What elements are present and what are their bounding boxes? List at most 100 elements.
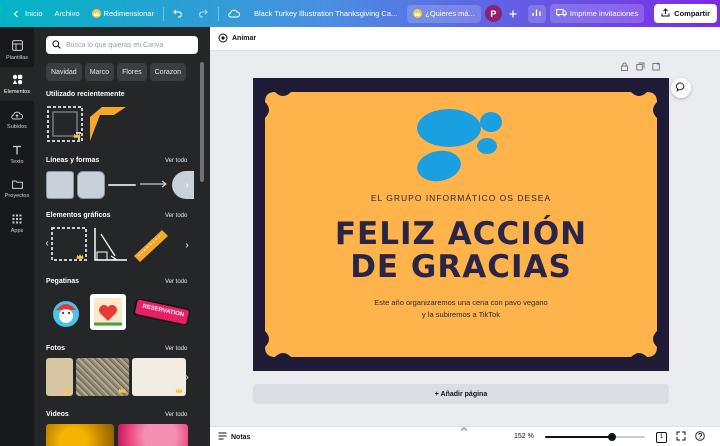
rail-label: Texto bbox=[10, 159, 24, 165]
upgrade-button[interactable]: ¿Quieres má... bbox=[407, 4, 481, 23]
analytics-button[interactable] bbox=[527, 4, 546, 23]
recent-orange-corner-thumb[interactable] bbox=[88, 105, 128, 143]
resize-button[interactable]: Redimensionar bbox=[86, 0, 160, 27]
side-rail: Plantillas Elementos Subidos Texto Proye… bbox=[0, 27, 34, 446]
fullscreen-icon[interactable] bbox=[676, 431, 686, 443]
video-thumb[interactable] bbox=[46, 424, 114, 446]
design-page[interactable]: EL GRUPO INFORMÁTICO OS DESEA FELIZ ACCI… bbox=[253, 78, 669, 371]
apps-grid-icon bbox=[12, 214, 22, 226]
rail-item-projects[interactable]: Proyectos bbox=[0, 172, 34, 206]
reservation-sticker-thumb[interactable]: RESERVATION bbox=[132, 299, 192, 325]
print-invitations-button[interactable]: Imprime invitaciones bbox=[549, 4, 645, 23]
bar-chart-icon bbox=[532, 8, 542, 19]
card-body-text[interactable]: Este año organizaremos una cena con pavo… bbox=[253, 297, 669, 321]
arrow-line-thumb[interactable] bbox=[139, 177, 169, 191]
bottom-bar: Notas 152 % 1 bbox=[210, 426, 720, 446]
home-button[interactable]: Inicio bbox=[0, 0, 49, 27]
rail-item-apps[interactable]: Apps bbox=[0, 207, 34, 241]
crown-icon bbox=[91, 9, 101, 18]
notes-label: Notas bbox=[231, 433, 251, 441]
scroll-right-arrow[interactable]: › bbox=[180, 367, 194, 387]
chevron-left-icon bbox=[10, 8, 22, 20]
line-thumb[interactable] bbox=[108, 184, 136, 186]
zoom-slider[interactable] bbox=[545, 433, 645, 441]
elements-panel: Navidad Marco Flores Corazon Utilizado r… bbox=[34, 27, 210, 446]
video-thumb[interactable] bbox=[118, 424, 188, 446]
page-tools bbox=[620, 62, 661, 71]
share-label: Compartir bbox=[674, 9, 710, 18]
footprint-logo bbox=[417, 109, 502, 182]
cloud-sync-button[interactable] bbox=[222, 0, 246, 27]
see-all-lines-link[interactable]: Ver todo bbox=[165, 158, 187, 164]
add-page-button[interactable]: + Añadir página bbox=[253, 384, 669, 404]
zoom-slider-handle[interactable] bbox=[608, 433, 616, 441]
rail-label: Elementos bbox=[4, 88, 30, 95]
avatar[interactable]: P bbox=[484, 5, 502, 22]
headline-line-1: FELIZ ACCIÓN bbox=[334, 216, 588, 252]
crown-icon bbox=[62, 387, 70, 396]
crown-icon bbox=[413, 9, 423, 18]
notes-button[interactable]: Notas bbox=[218, 432, 250, 442]
chip[interactable]: Navidad bbox=[46, 63, 82, 81]
add-page-icon[interactable] bbox=[652, 62, 661, 71]
see-all-stickers-link[interactable]: Ver todo bbox=[165, 279, 187, 285]
rail-item-uploads[interactable]: Subidos bbox=[0, 103, 34, 137]
notes-icon bbox=[218, 432, 227, 442]
add-member-button[interactable] bbox=[502, 0, 524, 27]
crown-icon bbox=[175, 387, 183, 396]
orange-ribbon-graphic-thumb[interactable] bbox=[132, 226, 170, 264]
search-box[interactable] bbox=[46, 36, 198, 54]
rail-label: Proyectos bbox=[4, 192, 30, 199]
bottom-icons: 1 bbox=[656, 431, 705, 443]
square-shape-thumb[interactable] bbox=[46, 171, 74, 199]
divider bbox=[217, 6, 219, 21]
see-all-photos-link[interactable]: Ver todo bbox=[165, 346, 187, 352]
rounded-square-shape-thumb[interactable] bbox=[77, 171, 105, 199]
card-tagline[interactable]: EL GRUPO INFORMÁTICO OS DESEA bbox=[253, 193, 669, 203]
redo-button[interactable] bbox=[191, 0, 215, 27]
santa-sticker-thumb[interactable] bbox=[48, 294, 84, 330]
chip[interactable]: Marco bbox=[84, 63, 115, 81]
comment-button[interactable] bbox=[671, 78, 691, 98]
resize-label: Redimensionar bbox=[103, 9, 154, 18]
card-headline[interactable]: FELIZ ACCIÓN DE GRACIAS bbox=[253, 218, 669, 284]
photo-thumb[interactable] bbox=[76, 358, 129, 396]
rail-item-templates[interactable]: Plantillas bbox=[0, 33, 34, 67]
zoom-level[interactable]: 152 % bbox=[514, 433, 534, 440]
cloud-sync-icon bbox=[228, 8, 240, 20]
undo-button[interactable] bbox=[167, 0, 191, 27]
scroll-right-arrow[interactable]: › bbox=[180, 235, 194, 255]
hand-drawn-graphic-thumb[interactable] bbox=[91, 226, 129, 264]
photo-thumb[interactable] bbox=[46, 358, 73, 396]
file-menu[interactable]: Archivo bbox=[49, 0, 86, 27]
rail-item-text[interactable]: Texto bbox=[0, 138, 34, 172]
duplicate-icon[interactable] bbox=[636, 62, 645, 71]
help-icon[interactable] bbox=[695, 431, 705, 443]
chevron-up-icon[interactable] bbox=[460, 427, 468, 433]
share-button[interactable]: Compartir bbox=[654, 4, 717, 23]
document-title[interactable]: Black Turkey Illustration Thanksgiving C… bbox=[246, 0, 405, 27]
photos-section-title: Fotos bbox=[46, 345, 66, 352]
photo-thumb[interactable] bbox=[132, 358, 186, 396]
rail-item-elements[interactable]: Elementos bbox=[0, 67, 34, 101]
chip[interactable]: Flores bbox=[117, 63, 147, 81]
lock-icon[interactable] bbox=[620, 62, 629, 71]
recent-frame-thumb[interactable] bbox=[46, 105, 84, 143]
chip[interactable]: Corazon bbox=[149, 63, 187, 81]
search-input[interactable] bbox=[66, 41, 196, 49]
scrollbar[interactable] bbox=[200, 62, 204, 182]
rail-label: Subidos bbox=[7, 124, 27, 130]
graphics-section-title: Elementos gráficos bbox=[46, 212, 111, 219]
frame-graphic-thumb[interactable] bbox=[50, 226, 88, 262]
stickers-section-title: Pegatinas bbox=[46, 278, 80, 285]
lines-section-title: Líneas y formas bbox=[46, 157, 100, 164]
see-all-graphics-link[interactable]: Ver todo bbox=[165, 213, 187, 219]
crown-icon bbox=[73, 132, 81, 141]
page-count-button[interactable]: 1 bbox=[656, 431, 667, 443]
animate-button[interactable]: Animar bbox=[232, 35, 256, 42]
heart-poster-sticker-thumb[interactable] bbox=[90, 294, 126, 330]
crown-icon bbox=[76, 253, 84, 262]
see-all-videos-link[interactable]: Ver todo bbox=[165, 412, 187, 418]
truck-icon bbox=[555, 8, 567, 19]
scroll-right-arrow[interactable]: › bbox=[180, 175, 194, 195]
